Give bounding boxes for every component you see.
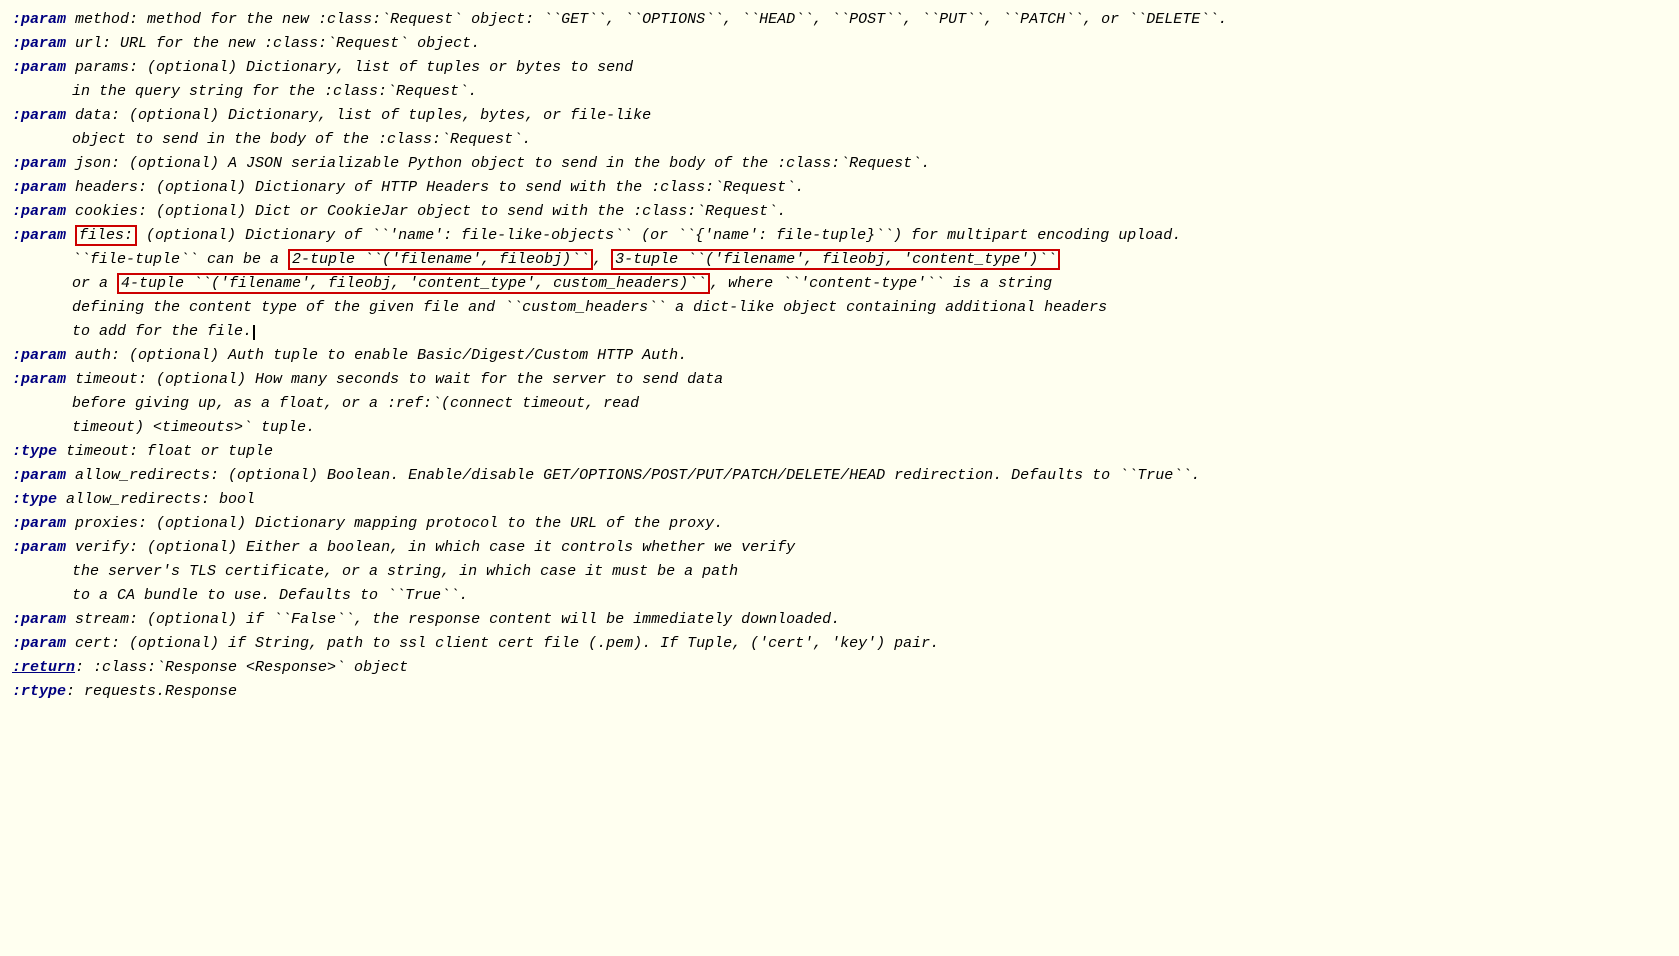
param-tag-files: :param [12, 227, 66, 244]
line-type-timeout: :type timeout: float or tuple [12, 440, 1667, 464]
line-param-cookies: :param cookies: (optional) Dict or Cooki… [12, 200, 1667, 224]
line-rtype: :rtype: requests.Response [12, 680, 1667, 704]
twotuple-highlight: 2-tuple ``('filename', fileobj)`` [288, 249, 593, 270]
param-method-text: method: method for the new :class:`Reque… [66, 11, 1227, 28]
param-url-text: url: URL for the new :class:`Request` ob… [66, 35, 480, 52]
line-type-allow-redirects: :type allow_redirects: bool [12, 488, 1667, 512]
param-verify-cont2-text: to a CA bundle to use. Defaults to ``Tru… [72, 587, 468, 604]
param-tag-timeout: :param [12, 371, 66, 388]
param-cookies-text: cookies: (optional) Dict or CookieJar ob… [66, 203, 786, 220]
line-param-verify: :param verify: (optional) Either a boole… [12, 536, 1667, 560]
line-param-timeout-cont2: timeout) <timeouts>` tuple. [72, 416, 1667, 440]
param-verify-cont1-text: the server's TLS certificate, or a strin… [72, 563, 738, 580]
param-files-text: (optional) Dictionary of ``'name': file-… [137, 227, 1181, 244]
param-stream-text: stream: (optional) if ``False``, the res… [66, 611, 840, 628]
param-timeout-cont2-text: timeout) <timeouts>` tuple. [72, 419, 315, 436]
rtype-text: : requests.Response [66, 683, 237, 700]
param-tag-data: :param [12, 107, 66, 124]
param-headers-text: headers: (optional) Dictionary of HTTP H… [66, 179, 804, 196]
line-param-url: :param url: URL for the new :class:`Requ… [12, 32, 1667, 56]
param-files-space [66, 227, 75, 244]
type-tag-timeout: :type [12, 443, 57, 460]
param-tag-url: :param [12, 35, 66, 52]
param-tag-verify: :param [12, 539, 66, 556]
text-cursor [253, 325, 255, 340]
line-param-params: :param params: (optional) Dictionary, li… [12, 56, 1667, 80]
param-tag-stream: :param [12, 611, 66, 628]
param-tag-headers: :param [12, 179, 66, 196]
line-param-stream: :param stream: (optional) if ``False``, … [12, 608, 1667, 632]
param-tag-proxies: :param [12, 515, 66, 532]
param-auth-text: auth: (optional) Auth tuple to enable Ba… [66, 347, 687, 364]
line-param-cert: :param cert: (optional) if String, path … [12, 632, 1667, 656]
line-param-json: :param json: (optional) A JSON serializa… [12, 152, 1667, 176]
type-allow-redirects-text: allow_redirects: bool [57, 491, 255, 508]
line-param-verify-cont1: the server's TLS certificate, or a strin… [72, 560, 1667, 584]
line-content-type-desc: defining the content type of the given f… [72, 296, 1667, 320]
filetuple-prefix: ``file-tuple`` can be a [72, 251, 288, 268]
param-tag: :param [12, 11, 66, 28]
param-timeout-cont1-text: before giving up, as a float, or a :ref:… [72, 395, 639, 412]
line-param-data-cont: object to send in the body of the :class… [72, 128, 1667, 152]
return-text: : :class:`Response <Response>` object [75, 659, 408, 676]
rtype-tag: :rtype [12, 683, 66, 700]
line-param-headers: :param headers: (optional) Dictionary of… [12, 176, 1667, 200]
line-param-timeout-cont1: before giving up, as a float, or a :ref:… [72, 392, 1667, 416]
param-json-text: json: (optional) A JSON serializable Pyt… [66, 155, 930, 172]
line-param-method: :param method: method for the new :class… [12, 8, 1667, 32]
fourtuple-suffix: , where ``'content-type'`` is a string [710, 275, 1052, 292]
param-tag-auth: :param [12, 347, 66, 364]
content-type-desc-text: defining the content type of the given f… [72, 299, 1107, 316]
return-tag: :return [12, 659, 75, 676]
line-param-files: :param files: (optional) Dictionary of `… [12, 224, 1667, 248]
param-files-highlight: files: [75, 225, 137, 246]
line-param-proxies: :param proxies: (optional) Dictionary ma… [12, 512, 1667, 536]
fourtuple-highlight: 4-tuple ``('filename', fileobj, 'content… [117, 273, 710, 294]
line-param-params-cont: in the query string for the :class:`Requ… [72, 80, 1667, 104]
documentation-content: :param method: method for the new :class… [12, 8, 1667, 704]
fourtuple-prefix: or a [72, 275, 117, 292]
line-param-verify-cont2: to a CA bundle to use. Defaults to ``Tru… [72, 584, 1667, 608]
param-verify-text: verify: (optional) Either a boolean, in … [66, 539, 795, 556]
line-filetuple: ``file-tuple`` can be a 2-tuple ``('file… [72, 248, 1667, 272]
line-param-timeout: :param timeout: (optional) How many seco… [12, 368, 1667, 392]
param-params-text: params: (optional) Dictionary, list of t… [66, 59, 633, 76]
param-cert-text: cert: (optional) if String, path to ssl … [66, 635, 939, 652]
filetuple-comma: , [593, 251, 611, 268]
line-fourtuple: or a 4-tuple ``('filename', fileobj, 'co… [72, 272, 1667, 296]
line-param-auth: :param auth: (optional) Auth tuple to en… [12, 344, 1667, 368]
param-allow-redirects-text: allow_redirects: (optional) Boolean. Ena… [66, 467, 1200, 484]
param-proxies-text: proxies: (optional) Dictionary mapping p… [66, 515, 723, 532]
param-tag-cookies: :param [12, 203, 66, 220]
param-data-cont-text: object to send in the body of the :class… [72, 131, 531, 148]
param-tag-cert: :param [12, 635, 66, 652]
param-params-cont-text: in the query string for the :class:`Requ… [72, 83, 477, 100]
line-add-file: to add for the file. [72, 320, 1667, 344]
add-file-text: to add for the file. [72, 323, 252, 340]
line-return: :return: :class:`Response <Response>` ob… [12, 656, 1667, 680]
param-data-text: data: (optional) Dictionary, list of tup… [66, 107, 651, 124]
type-timeout-text: timeout: float or tuple [57, 443, 273, 460]
param-tag-params: :param [12, 59, 66, 76]
param-tag-allow-redirects: :param [12, 467, 66, 484]
threetuple-highlight: 3-tuple ``('filename', fileobj, 'content… [611, 249, 1060, 270]
line-param-data: :param data: (optional) Dictionary, list… [12, 104, 1667, 128]
line-param-allow-redirects: :param allow_redirects: (optional) Boole… [12, 464, 1667, 488]
type-tag-allow-redirects: :type [12, 491, 57, 508]
param-tag-json: :param [12, 155, 66, 172]
param-timeout-text: timeout: (optional) How many seconds to … [66, 371, 723, 388]
